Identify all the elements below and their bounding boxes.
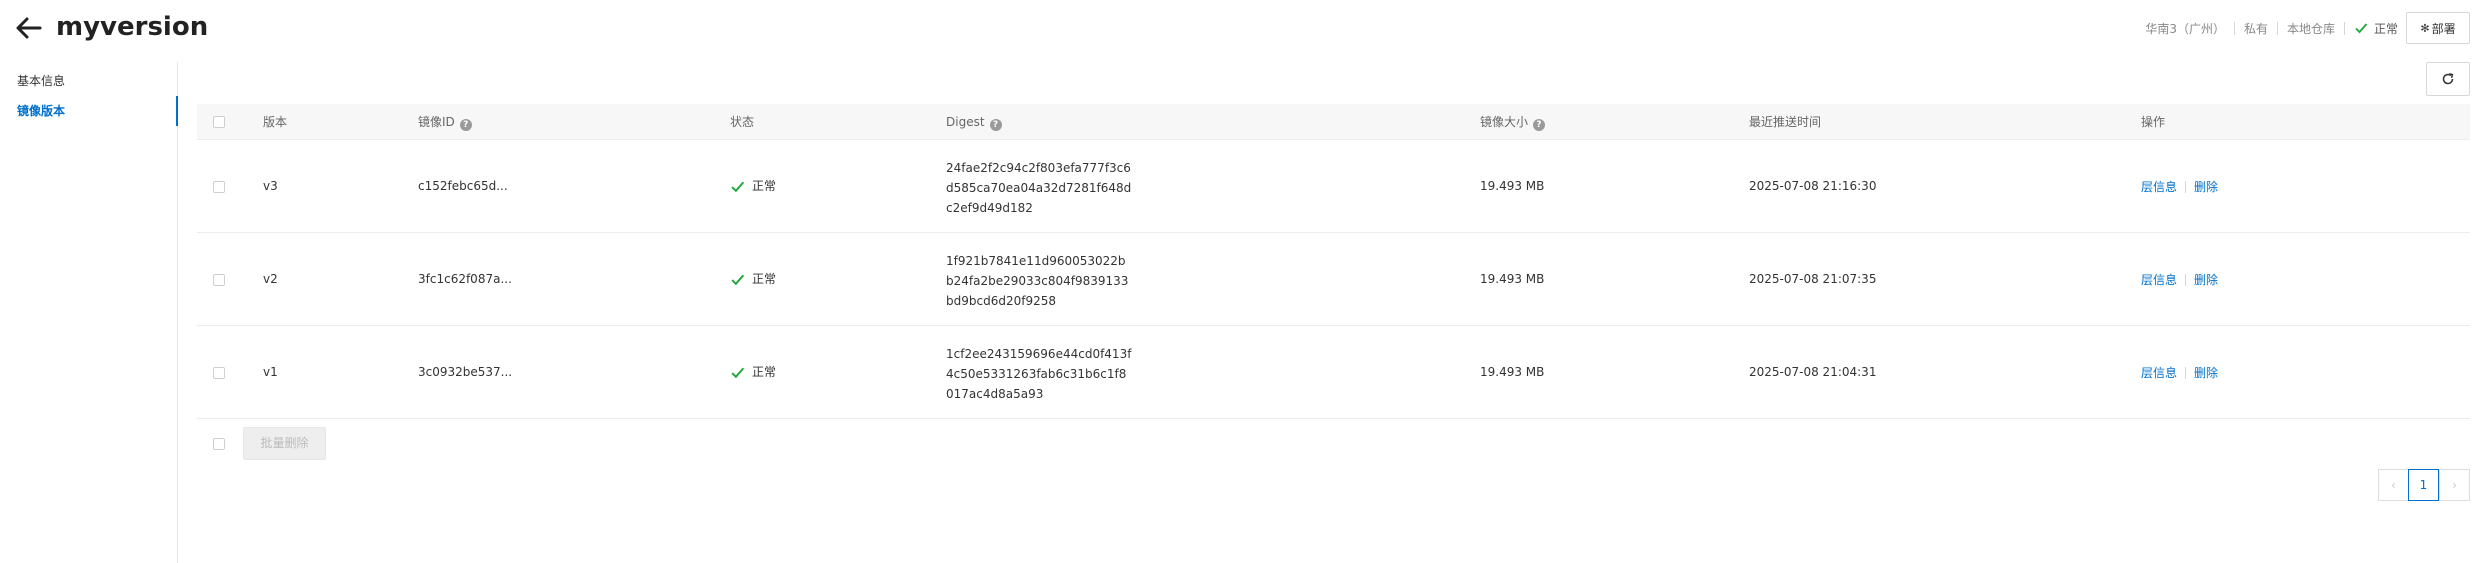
help-icon[interactable]: ?: [989, 119, 1002, 131]
deploy-button-label: 部署: [2431, 21, 2456, 36]
size-cell: 19.493 MB: [1480, 179, 1545, 193]
repo-status-text: 正常: [2373, 21, 2398, 36]
divider: [2185, 273, 2187, 286]
column-image-id: 镜像ID?: [418, 104, 472, 140]
gear-icon: ✻: [2420, 21, 2430, 35]
delete-link[interactable]: 删除: [2194, 271, 2218, 288]
deploy-button[interactable]: ✻ 部署: [2406, 12, 2470, 44]
refresh-button[interactable]: [2426, 62, 2470, 96]
pushed-time-cell: 2025-07-08 21:16:30: [1749, 179, 1877, 193]
table-row: v2 3fc1c62f087a... 正常 1f921b7841e11d9600…: [197, 233, 2470, 326]
size-cell: 19.493 MB: [1480, 365, 1545, 379]
status-text: 正常: [752, 365, 777, 379]
digest-cell: 1f921b7841e11d960053022b b24fa2be29033c8…: [946, 251, 1129, 311]
image-id-cell: 3c0932be537...: [418, 365, 513, 379]
column-actions: 操作: [2141, 115, 2166, 129]
status-cell: 正常: [730, 140, 776, 233]
help-icon[interactable]: ?: [1533, 119, 1546, 131]
status-text: 正常: [752, 179, 777, 193]
digest-cell: 24fae2f2c94c2f803efa777f3c6 d585ca70ea04…: [946, 158, 1132, 218]
digest-line: b24fa2be29033c804f9839133: [946, 274, 1129, 288]
pushed-time-cell: 2025-07-08 21:07:35: [1749, 272, 1877, 286]
divider: [2185, 366, 2187, 379]
status-cell: 正常: [730, 233, 776, 326]
digest-line: bd9bcd6d20f9258: [946, 294, 1056, 308]
visibility-label: 私有: [2243, 21, 2268, 36]
layer-info-link[interactable]: 层信息: [2141, 271, 2177, 288]
row-checkbox[interactable]: [213, 274, 225, 286]
check-icon: [731, 367, 745, 379]
version-cell: v1: [263, 365, 278, 379]
version-cell: v3: [263, 179, 278, 193]
repo-status: 正常: [2354, 20, 2398, 37]
digest-line: 4c50e5331263fab6c31b6c1f8: [946, 367, 1127, 381]
column-image-id-label: 镜像ID: [418, 115, 455, 129]
column-pushed-time: 最近推送时间: [1749, 115, 1822, 129]
divider: [2276, 21, 2278, 35]
refresh-icon: [2442, 73, 2454, 85]
table-row: v1 3c0932be537... 正常 1cf2ee243159696e44c…: [197, 326, 2470, 419]
layer-info-link[interactable]: 层信息: [2141, 364, 2177, 381]
table-header: 版本 镜像ID? 状态 Digest? 镜像大小? 最近推送时间 操作: [197, 104, 2470, 140]
delete-link[interactable]: 删除: [2194, 364, 2218, 381]
check-icon: [731, 274, 745, 286]
digest-line: 24fae2f2c94c2f803efa777f3c6: [946, 161, 1131, 175]
digest-line: 017ac4d8a5a93: [946, 387, 1044, 401]
divider: [2233, 21, 2235, 35]
digest-line: d585ca70ea04a32d7281f648d: [946, 181, 1132, 195]
page-number-button[interactable]: 1: [2408, 469, 2439, 501]
actions-cell: 层信息 删除: [2141, 140, 2218, 233]
repo-meta: 华南3（广州） 私有 本地仓库 正常: [2145, 18, 2398, 38]
image-id-cell: 3fc1c62f087a...: [418, 272, 512, 286]
column-size-label: 镜像大小: [1480, 115, 1529, 129]
back-arrow-icon[interactable]: [14, 14, 44, 42]
region-label: 华南3（广州）: [2145, 21, 2225, 36]
digest-line: c2ef9d49d182: [946, 201, 1033, 215]
version-cell: v2: [263, 272, 278, 286]
sidebar: 基本信息 镜像版本: [0, 62, 178, 563]
column-version: 版本: [263, 115, 288, 129]
pushed-time-cell: 2025-07-08 21:04:31: [1749, 365, 1877, 379]
check-icon: [731, 181, 745, 193]
select-all-checkbox[interactable]: [213, 116, 225, 128]
delete-link[interactable]: 删除: [2194, 178, 2218, 195]
prev-page-button[interactable]: ‹: [2378, 469, 2409, 501]
layer-info-link[interactable]: 层信息: [2141, 178, 2177, 195]
divider: [2343, 21, 2345, 35]
sidebar-item-basic-info[interactable]: 基本信息: [0, 66, 178, 96]
repo-type-label: 本地仓库: [2286, 21, 2335, 36]
table-row: v3 c152febc65d... 正常 24fae2f2c94c2f803ef…: [197, 140, 2470, 233]
image-id-cell: c152febc65d...: [418, 179, 508, 193]
digest-line: 1f921b7841e11d960053022b: [946, 254, 1126, 268]
row-checkbox[interactable]: [213, 181, 225, 193]
digest-cell: 1cf2ee243159696e44cd0f413f 4c50e5331263f…: [946, 344, 1132, 404]
column-digest-label: Digest: [946, 115, 985, 129]
next-page-button[interactable]: ›: [2439, 469, 2470, 501]
status-cell: 正常: [730, 326, 776, 419]
status-text: 正常: [752, 272, 777, 286]
column-size: 镜像大小?: [1480, 104, 1546, 140]
divider: [2185, 180, 2187, 193]
digest-line: 1cf2ee243159696e44cd0f413f: [946, 347, 1132, 361]
check-icon: [2355, 23, 2368, 34]
size-cell: 19.493 MB: [1480, 272, 1545, 286]
actions-cell: 层信息 删除: [2141, 233, 2218, 326]
help-icon[interactable]: ?: [459, 119, 472, 131]
row-checkbox[interactable]: [213, 367, 225, 379]
column-digest: Digest?: [946, 104, 1002, 140]
page-title: myversion: [56, 12, 209, 42]
batch-select-checkbox[interactable]: [213, 438, 225, 450]
batch-delete-button[interactable]: 批量删除: [243, 427, 326, 460]
column-status: 状态: [730, 115, 755, 129]
sidebar-item-image-versions[interactable]: 镜像版本: [0, 96, 178, 126]
page-header: myversion 华南3（广州） 私有 本地仓库 正常 ✻ 部署: [0, 0, 2490, 58]
actions-cell: 层信息 删除: [2141, 326, 2218, 419]
